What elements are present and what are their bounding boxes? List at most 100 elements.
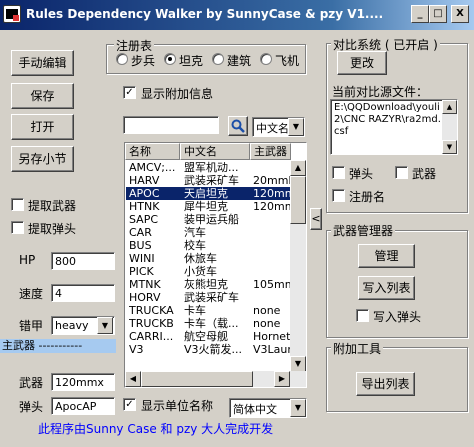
search-input[interactable] [123, 116, 219, 134]
armor-dropdown-icon[interactable]: ▼ [97, 317, 113, 334]
cell-chinese-name: 武装采矿车 [184, 174, 239, 187]
cell-name: BUS [129, 239, 152, 252]
extract-weapon-checkbox[interactable] [11, 198, 24, 211]
path-scroll-down-icon[interactable]: ▼ [442, 140, 457, 154]
cell-name: HARV [129, 174, 160, 187]
compare-register-checkbox[interactable] [332, 189, 345, 202]
cell-name: MTNK [129, 278, 161, 291]
search-lang-dropdown-icon[interactable]: ▼ [288, 118, 304, 136]
scroll-left-icon[interactable]: ◀ [125, 371, 141, 387]
cell-chinese-name: 天启坦克 [184, 187, 228, 200]
table-row[interactable]: HARV 武装采矿车 20mmR [126, 174, 291, 187]
cell-chinese-name: 航空母舰 [184, 330, 228, 343]
registry-radio-building[interactable] [212, 53, 224, 65]
table-row[interactable]: SAPC 装甲运兵船 [126, 213, 290, 226]
table-row[interactable]: APOC 天启坦克 120mm [126, 187, 291, 200]
scroll-down-icon[interactable]: ▼ [290, 356, 306, 372]
cell-name: TRUCKB [129, 317, 174, 330]
registry-radio-aircraft[interactable] [260, 53, 272, 65]
cell-name: CARRI... [129, 330, 174, 343]
cell-name: WINI [129, 252, 155, 265]
extract-warhead-checkbox[interactable] [11, 221, 24, 234]
collapse-arrow-icon[interactable]: < [310, 208, 322, 230]
registry-radio-tank[interactable] [164, 53, 176, 65]
table-row[interactable]: AMCV;... 盟军机动... [126, 161, 290, 174]
table-row[interactable]: TRUCKB 卡车（载... none [126, 317, 290, 330]
cell-chinese-name: 校车 [184, 239, 206, 252]
show-extra-info-label: 显示附加信息 [141, 87, 214, 101]
warhead-input[interactable]: ApocAP [51, 397, 115, 415]
table-row[interactable]: CARRI... 航空母舰 HornetL [126, 330, 291, 343]
column-header-name[interactable]: 名称 [125, 143, 180, 160]
table-vertical-scrollbar[interactable]: ▲ ▼ [290, 160, 306, 372]
close-button[interactable]: X [451, 5, 469, 23]
cell-chinese-name: 卡车（载... [184, 317, 239, 330]
armor-select-value: heavy [55, 319, 89, 332]
compare-path-scrollbar[interactable]: ▲ ▼ [442, 100, 457, 154]
show-extra-info-checkbox[interactable]: ✓ [123, 86, 136, 99]
cell-name: CAR [129, 226, 152, 239]
search-button[interactable] [228, 116, 248, 136]
unit-table[interactable]: 名称 中文名 主武器 AMCV;... 盟军机动... HARV 武装采矿车 20mmR… [124, 142, 307, 388]
write-warhead-label: 写入弹头 [373, 310, 422, 324]
weapon-input[interactable]: 120mmx [51, 373, 115, 391]
registry-option-building: 建筑 [227, 54, 252, 68]
weapon-manager-title: 武器管理器 [331, 222, 396, 239]
cell-name: APOC [129, 187, 160, 200]
save-section-button[interactable]: 另存小节 [11, 146, 74, 172]
column-header-primary-weapon[interactable]: 主武器 [250, 143, 291, 160]
table-row[interactable]: V3 V3火箭发... V3Laur [126, 343, 291, 356]
compare-warhead-checkbox[interactable] [332, 166, 345, 179]
manage-button[interactable]: 管理 [358, 244, 415, 268]
show-unit-name-checkbox[interactable]: ✓ [123, 398, 136, 411]
registry-option-tank: 坦克 [179, 54, 204, 68]
cell-name: TRUCKA [129, 304, 174, 317]
compare-weapon-checkbox[interactable] [395, 166, 408, 179]
scroll-right-icon[interactable]: ▶ [274, 371, 290, 387]
scroll-thumb[interactable] [290, 176, 306, 224]
maximize-button[interactable]: □ [429, 5, 447, 23]
horizontal-scroll-thumb[interactable] [141, 371, 253, 387]
cell-name: PICK [129, 265, 154, 278]
write-list-button[interactable]: 写入列表 [358, 276, 415, 300]
registry-option-infantry: 步兵 [131, 54, 156, 68]
cell-primary-weapon: none [253, 317, 281, 330]
cell-primary-weapon: none [253, 304, 281, 317]
table-row[interactable]: HORV 武装采矿车 [126, 291, 290, 304]
path-scroll-up-icon[interactable]: ▲ [442, 100, 457, 114]
table-row[interactable]: PICK 小货车 [126, 265, 290, 278]
cell-chinese-name: 休旅车 [184, 252, 217, 265]
cell-chinese-name: 武装采矿车 [184, 291, 239, 304]
column-header-chinese-name[interactable]: 中文名 [180, 143, 250, 160]
minimize-button[interactable]: _ [411, 5, 429, 23]
table-row[interactable]: TRUCKA 卡车 none [126, 304, 290, 317]
export-list-button[interactable]: 导出列表 [356, 372, 415, 396]
cell-chinese-name: V3火箭发... [184, 343, 243, 356]
hp-input[interactable]: 800 [51, 252, 115, 270]
compare-warhead-label: 弹头 [349, 167, 374, 181]
cell-chinese-name: 犀牛坦克 [184, 200, 228, 213]
speed-input[interactable]: 4 [51, 284, 115, 302]
open-button[interactable]: 打开 [11, 114, 74, 140]
table-row[interactable]: MTNK 灰熊坦克 105mm [126, 278, 291, 291]
change-button[interactable]: 更改 [337, 51, 387, 75]
cell-name: HORV [129, 291, 161, 304]
compare-source-path[interactable]: E:\QQDownload\youli2\CNC RAZYR\ra2md.csf [330, 99, 458, 155]
cell-primary-weapon: 105mm [253, 278, 291, 291]
speed-label: 速度 [19, 287, 44, 301]
table-horizontal-scrollbar[interactable]: ◀ ▶ [125, 371, 306, 387]
write-warhead-checkbox[interactable] [356, 309, 369, 322]
table-row[interactable]: WINI 休旅车 [126, 252, 290, 265]
weapon-label: 武器 [19, 376, 44, 390]
language-dropdown-icon[interactable]: ▼ [290, 399, 306, 417]
table-row[interactable]: CAR 汽车 [126, 226, 290, 239]
cell-chinese-name: 小货车 [184, 265, 217, 278]
search-lang-value: 中文名 [256, 122, 289, 135]
table-row[interactable]: HTNK 犀牛坦克 120mm [126, 200, 291, 213]
extract-warhead-label: 提取弹头 [28, 222, 77, 236]
save-button[interactable]: 保存 [11, 83, 74, 109]
registry-radio-infantry[interactable] [116, 53, 128, 65]
table-row[interactable]: BUS 校车 [126, 239, 290, 252]
scroll-up-icon[interactable]: ▲ [290, 160, 306, 176]
manual-edit-button[interactable]: 手动编辑 [11, 50, 74, 76]
